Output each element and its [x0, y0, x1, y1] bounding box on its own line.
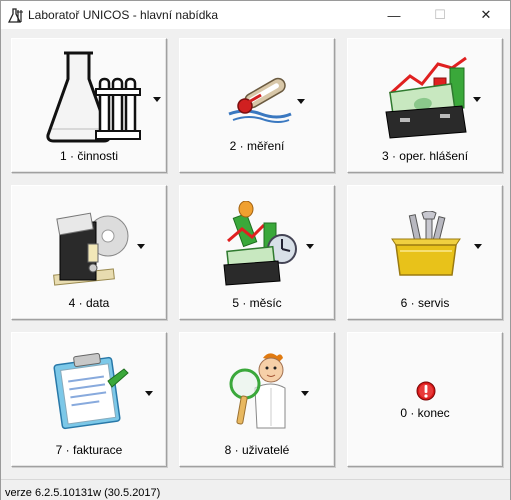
tile-label: 2 · měření: [229, 139, 285, 153]
toolbox-icon: [391, 211, 461, 276]
maximize-button[interactable]: ☐: [417, 1, 463, 29]
exit-icon: [416, 381, 436, 401]
briefcase-chart-icon: [385, 56, 467, 139]
menu-tile-cinnosti[interactable]: 1 · činnosti: [11, 38, 167, 173]
close-button[interactable]: ✕: [463, 1, 509, 29]
menu-tile-uzivatele[interactable]: 8 · uživatelé: [179, 332, 335, 467]
tile-label: 3 · oper. hlášení: [381, 149, 469, 163]
menu-tile-mereni[interactable]: 2 · měření: [179, 38, 335, 173]
version-text: verze 6.2.5.10131w (30.5.2017): [5, 487, 161, 499]
title-bar[interactable]: Laboratoř UNICOS - hlavní nabídka — ☐ ✕: [1, 1, 510, 29]
user-magnifier-icon: [229, 353, 286, 429]
tile-label: 5 · měsíc: [232, 296, 282, 310]
dropdown-arrow-icon[interactable]: [153, 97, 161, 102]
thermometer-icon: [228, 77, 292, 123]
dropdown-arrow-icon[interactable]: [474, 244, 482, 249]
menu-tile-fakturace[interactable]: 7 · fakturace: [11, 332, 167, 467]
dropdown-arrow-icon[interactable]: [301, 391, 309, 396]
menu-tile-konec[interactable]: 0 · konec: [347, 332, 503, 467]
monthly-report-icon: [223, 201, 297, 286]
menu-tile-servis[interactable]: 6 · servis: [347, 185, 503, 320]
tile-label: 1 · činnosti: [59, 149, 119, 163]
dropdown-arrow-icon[interactable]: [137, 244, 145, 249]
minimize-button[interactable]: —: [371, 1, 417, 29]
window-title: Laboratoř UNICOS - hlavní nabídka: [28, 8, 219, 22]
dropdown-arrow-icon[interactable]: [473, 97, 481, 102]
menu-tile-data[interactable]: 4 · data: [11, 185, 167, 320]
dropdown-arrow-icon[interactable]: [297, 99, 305, 104]
lab-app-icon: [7, 8, 23, 23]
dropdown-arrow-icon[interactable]: [306, 244, 314, 249]
status-bar: verze 6.2.5.10131w (30.5.2017): [1, 479, 510, 500]
flask-icon: [46, 51, 141, 143]
main-window: Laboratoř UNICOS - hlavní nabídka — ☐ ✕ …: [0, 0, 511, 500]
clipboard-icon: [53, 352, 129, 430]
menu-tile-oper-hlaseni[interactable]: 3 · oper. hlášení: [347, 38, 503, 173]
menu-tile-mesic[interactable]: 5 · měsíc: [179, 185, 335, 320]
tile-label: 4 · data: [68, 296, 110, 310]
tile-label: 7 · fakturace: [55, 443, 123, 457]
tile-label: 0 · konec: [400, 406, 450, 420]
data-archive-icon: [53, 212, 129, 286]
tile-label: 8 · uživatelé: [224, 443, 290, 457]
tile-label: 6 · servis: [400, 296, 450, 310]
dropdown-arrow-icon[interactable]: [145, 391, 153, 396]
